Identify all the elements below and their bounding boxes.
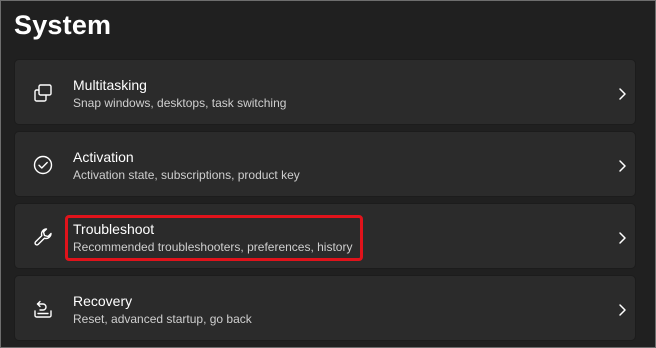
settings-item-title: Recovery xyxy=(73,293,133,309)
settings-window: System Multitasking Snap windows, deskto… xyxy=(0,0,656,348)
chevron-right-icon xyxy=(617,303,627,317)
settings-item-recovery[interactable]: Recovery Reset, advanced startup, go bac… xyxy=(14,275,636,341)
settings-item-subtitle: Snap windows, desktops, task switching xyxy=(73,96,287,110)
check-circle-icon xyxy=(32,154,54,176)
settings-item-activation[interactable]: Activation Activation state, subscriptio… xyxy=(14,131,636,197)
wrench-icon xyxy=(32,226,54,248)
page-title: System xyxy=(14,10,112,40)
multitasking-icon xyxy=(32,82,54,104)
settings-item-title: Activation xyxy=(73,149,134,165)
highlight-annotation xyxy=(65,215,363,261)
settings-item-subtitle: Activation state, subscriptions, product… xyxy=(73,168,300,182)
chevron-right-icon xyxy=(617,87,627,101)
settings-item-multitasking[interactable]: Multitasking Snap windows, desktops, tas… xyxy=(14,59,636,125)
settings-item-troubleshoot[interactable]: Troubleshoot Recommended troubleshooters… xyxy=(14,203,636,269)
chevron-right-icon xyxy=(617,159,627,173)
settings-item-subtitle: Reset, advanced startup, go back xyxy=(73,312,252,326)
settings-item-title: Multitasking xyxy=(73,77,147,93)
chevron-right-icon xyxy=(617,231,627,245)
recovery-icon xyxy=(32,298,54,320)
